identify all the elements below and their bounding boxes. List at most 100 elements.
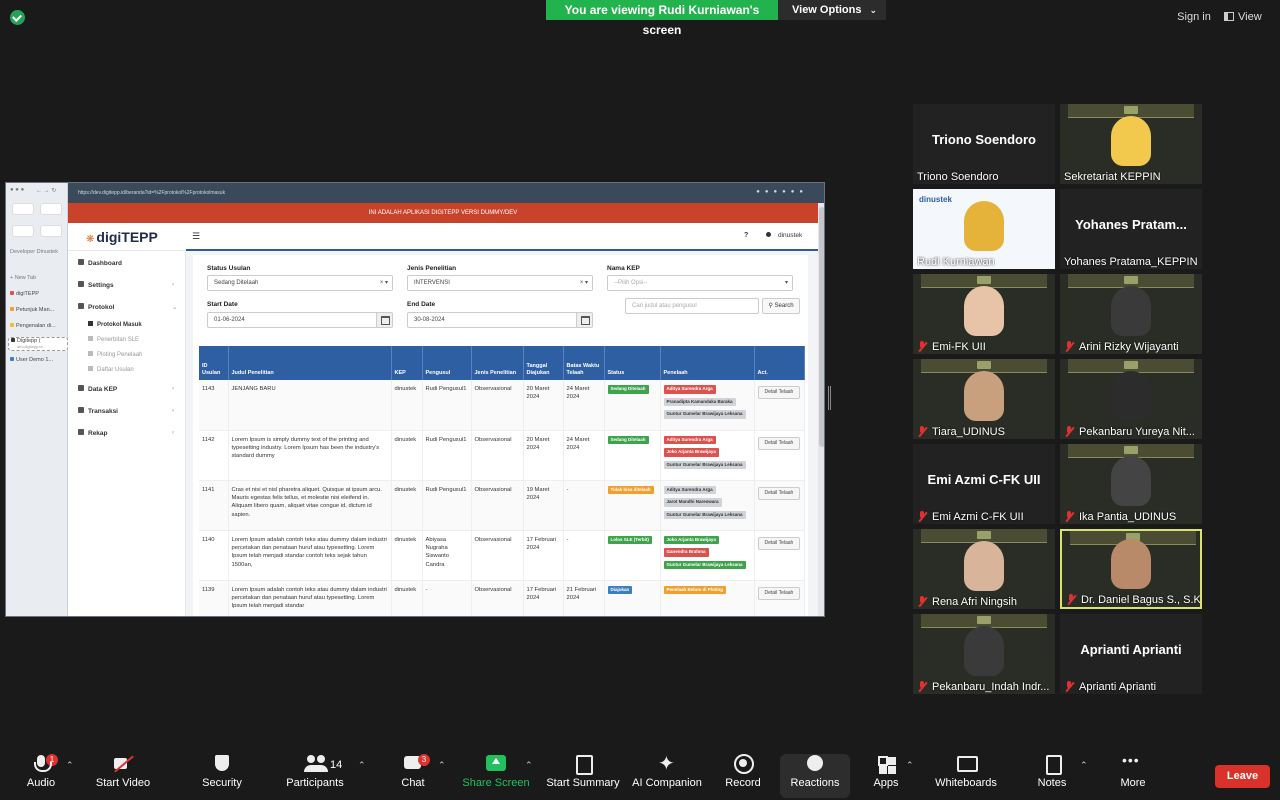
participant-tile[interactable]: Triono Soendoro Triono Soendoro [913,104,1055,184]
user-menu[interactable]: dinustek [766,232,802,239]
ai-companion-button[interactable]: AI Companion [632,751,702,798]
column-header[interactable]: ID Usulan [199,346,229,380]
submenu-daftar-usulan[interactable]: Daftar Usulan [88,366,134,373]
view-layout-button[interactable]: View [1224,5,1272,29]
search-input[interactable]: Cari judul atau pengusul [625,298,759,314]
shared-screen[interactable]: ● ● ● ← → ↻ Developer Dinustek + New Tab… [5,182,825,617]
notes-options-caret[interactable]: ⌃ [1080,760,1088,771]
participant-tile[interactable]: Arini Rizky Wijayanti [1060,274,1202,354]
submenu-protokol-masuk[interactable]: Protokol Masuk [88,321,142,328]
leave-button[interactable]: Leave [1215,765,1270,788]
page-scrollbar[interactable] [818,203,824,616]
start-date-input[interactable]: 01-06-2024 [207,312,393,328]
apps-button[interactable]: Apps [870,754,902,798]
end-date-input[interactable]: 30-08-2024 [407,312,593,328]
participant-tile[interactable]: Yohanes Pratam... Yohanes Pratama_KEPPIN [1060,189,1202,269]
participant-label-text: Ika Pantia_UDINUS [1079,511,1177,523]
column-header[interactable]: Batas Waktu Telaah [563,346,605,380]
participant-tile[interactable]: Ika Pantia_UDINUS [1060,444,1202,524]
calendar-icon[interactable] [576,313,592,327]
browser-nav-icons[interactable]: ← → ↻ [36,187,56,194]
participants-options-caret[interactable]: ⌃ [358,760,366,771]
audio-options-caret[interactable]: ⌃ [66,760,74,771]
browser-address-bar[interactable]: https://dev.digitepp.id/beranda?id=%2Fpr… [68,183,824,203]
detail-telaah-button[interactable]: Detail Telaah [757,486,801,500]
hamburger-menu-icon[interactable]: ☰ [192,231,200,242]
menu-dashboard[interactable]: Dashboard [78,259,122,267]
participant-tile[interactable]: Aprianti Aprianti Aprianti Aprianti [1060,614,1202,694]
pinned-tab-gmail[interactable] [12,203,34,215]
record-button[interactable]: Record [722,754,764,798]
participant-tile[interactable]: Tiara_UDINUS [913,359,1055,439]
menu-rekap[interactable]: Rekap ‹ [78,429,174,437]
apps-options-caret[interactable]: ⌃ [906,760,914,771]
menu-settings[interactable]: Settings ‹ [78,281,174,289]
detail-telaah-button[interactable]: Detail Telaah [757,536,801,550]
column-header[interactable]: KEP [391,346,423,380]
detail-telaah-button[interactable]: Detail Telaah [757,436,801,450]
search-button[interactable]: ⚲ Search [762,298,800,314]
encryption-shield-icon[interactable] [10,10,25,25]
chat-button[interactable]: 3 Chat [394,754,432,798]
menu-data-kep[interactable]: Data KEP ‹ [78,385,174,393]
more-button[interactable]: More [1116,752,1150,798]
notes-button[interactable]: Notes [1034,754,1070,798]
start-summary-button[interactable]: Start Summary [546,754,620,798]
browser-tab[interactable]: Petunjuk Man... [10,307,66,313]
clear-chevron-icon[interactable]: × ▾ [380,276,388,290]
participant-tile[interactable]: Dr. Daniel Bagus S., S.Ke... [1060,529,1202,609]
participant-tile[interactable]: Sekretariat KEPPIN [1060,104,1202,184]
view-options-button[interactable]: View Options ⌄ [778,0,886,20]
column-header[interactable]: Penelaah [660,346,755,380]
column-header[interactable]: Status [604,346,661,380]
window-controls[interactable]: ● ● ● [10,187,24,193]
url-text[interactable]: https://dev.digitepp.id/beranda?id=%2Fpr… [78,188,638,198]
nama-kep-select[interactable]: --Pilih Opsi-- ▾ [607,275,793,291]
detail-telaah-button[interactable]: Detail Telaah [757,386,801,400]
sign-in-button[interactable]: Sign in [1170,5,1218,29]
share-screen-button[interactable]: Share Screen [462,754,530,798]
menu-transaksi[interactable]: Transaksi ‹ [78,407,174,415]
detail-telaah-button[interactable]: Detail Telaah [757,586,801,600]
brand-logo[interactable]: ❋ digiTEPP [68,223,186,251]
participant-video [1111,286,1151,336]
browser-tab[interactable]: User Demo 1... [10,357,66,363]
new-tab-button[interactable]: + New Tab [10,275,66,281]
column-header[interactable]: Pengusul [422,346,472,380]
clear-chevron-icon[interactable]: × ▾ [580,276,588,290]
security-button[interactable]: Security [196,754,248,798]
chat-options-caret[interactable]: ⌃ [438,760,446,771]
jenis-penelitian-select[interactable]: INTERVENSI × ▾ [407,275,593,291]
browser-tab[interactable]: Pengenalan di... [10,323,66,329]
browser-tab[interactable]: digiTEPP [10,291,66,297]
column-header[interactable]: Jenis Penelitian [471,346,524,380]
pinned-tab-docs[interactable] [12,225,34,237]
audio-button[interactable]: 1 Audio [18,754,64,798]
pinned-tab[interactable] [40,203,62,215]
column-header[interactable]: Judul Penelitian [228,346,392,380]
participant-tile[interactable]: dinustek Rudi Kurniawan [913,189,1055,269]
pinned-tab[interactable] [40,225,62,237]
participant-tile[interactable]: Emi-FK UII [913,274,1055,354]
menu-protokol[interactable]: Protokol ⌄ [78,303,177,311]
participant-tile[interactable]: Pekanbaru Yureya Nit... [1060,359,1202,439]
whiteboards-button[interactable]: Whiteboards [932,754,1000,798]
browser-tab-active[interactable]: Digitepp (dev.digitepp.id [8,337,68,351]
submenu-penerbitan-sle[interactable]: Penerbitan SLE [88,336,139,343]
participants-button[interactable]: 14 Participants [284,754,346,798]
reactions-button[interactable]: Reactions [780,754,850,798]
calendar-icon[interactable] [376,313,392,327]
column-header[interactable]: Act. [754,346,805,380]
status-usulan-select[interactable]: Sedang Ditelaah × ▾ [207,275,393,291]
scrollbar-thumb[interactable] [819,207,824,447]
browser-toolbar-icons[interactable]: ●●●●●● [756,189,808,195]
share-options-caret[interactable]: ⌃ [525,760,533,771]
start-video-button[interactable]: Start Video [90,754,156,798]
panel-resize-handle[interactable] [828,386,831,410]
column-header[interactable]: Tanggal Diajukan [523,346,564,380]
participant-tile[interactable]: Rena Afri Ningsih [913,529,1055,609]
participant-tile[interactable]: Pekanbaru_Indah Indr... [913,614,1055,694]
participant-tile[interactable]: Emi Azmi C-FK UII Emi Azmi C-FK UII [913,444,1055,524]
help-icon[interactable]: ? [744,232,748,239]
submenu-ploting-penelaah[interactable]: Ploting Penelaah [88,351,142,358]
